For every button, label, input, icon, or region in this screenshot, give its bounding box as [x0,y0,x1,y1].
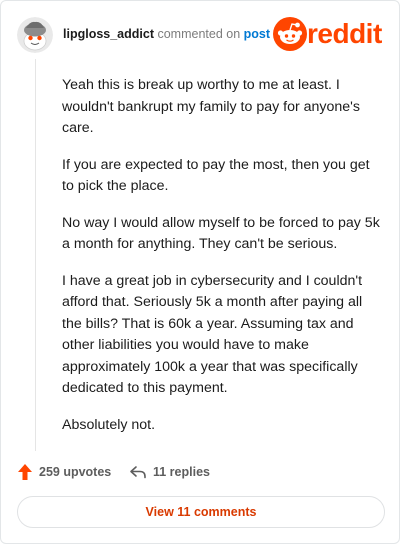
replies-button[interactable]: 11 replies [129,461,210,483]
reddit-logo: reddit [273,17,385,51]
reddit-snoo-icon [273,17,307,51]
upvote-count: 259 upvotes [39,465,112,479]
reply-count: 11 replies [153,465,210,479]
avatar[interactable] [17,17,53,53]
snoo-avatar-icon [17,17,53,53]
comment-paragraph: No way I would allow myself to be forced… [62,214,380,253]
comment-paragraph: Absolutely not. [62,416,156,433]
reply-arrow-icon [130,466,146,479]
post-link[interactable]: post [244,27,270,41]
comment-actions: 259 upvotes 11 replies [17,461,377,483]
reddit-wordmark: reddit [307,18,382,49]
comment-paragraph: Yeah this is break up worthy to me at le… [62,77,360,136]
comment-paragraph: If you are expected to pay the most, the… [62,156,370,195]
comment-paragraph: I have a great job in cybersecurity and … [62,272,363,397]
username-link[interactable]: lipgloss_addict [63,27,154,41]
upvote-button[interactable]: 259 upvotes [17,461,111,483]
comment-header: lipgloss_addict commented on post reddit [17,15,385,55]
comment-body: Yeah this is break up worthy to me at le… [62,75,382,451]
comment-meta: lipgloss_addict commented on post [63,27,270,41]
view-comments-button[interactable]: View 11 comments [17,496,385,528]
commented-on-text: commented on [157,27,241,41]
comment-card: lipgloss_addict commented on post reddit… [0,0,400,544]
upvote-arrow-icon [18,464,32,480]
thread-line [35,59,36,451]
